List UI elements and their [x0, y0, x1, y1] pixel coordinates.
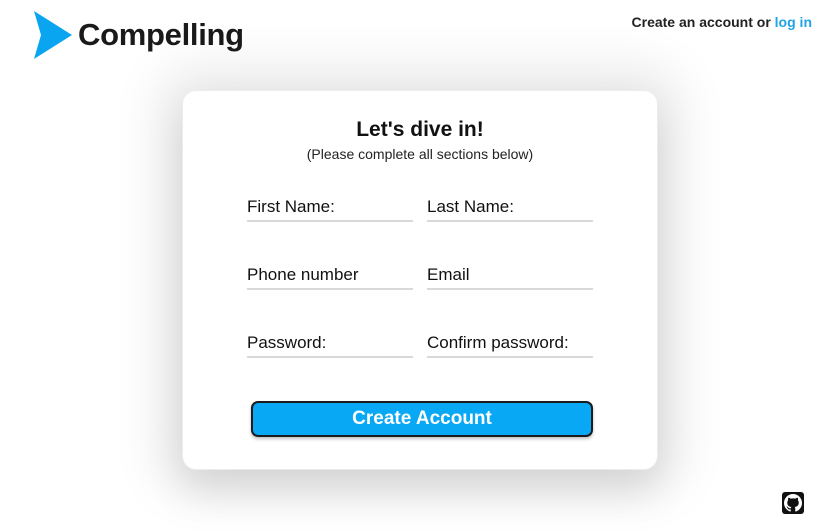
brand-logo[interactable]: Compelling [32, 10, 244, 60]
account-links: Create an account or log in [632, 14, 812, 30]
email-input[interactable] [427, 256, 593, 288]
github-link[interactable] [782, 492, 804, 514]
confirm-password-field [427, 324, 593, 358]
confirm-password-input[interactable] [427, 324, 593, 356]
last-name-input[interactable] [427, 188, 593, 220]
create-account-button[interactable]: Create Account [251, 401, 593, 437]
page: Compelling Create an account or log in L… [0, 0, 820, 530]
signup-card: Let's dive in! (Please complete all sect… [182, 90, 658, 470]
email-field [427, 256, 593, 290]
last-name-field [427, 188, 593, 222]
arrow-logo-icon [34, 11, 72, 59]
first-name-field [247, 188, 413, 222]
password-field [247, 324, 413, 358]
phone-input[interactable] [247, 256, 413, 288]
phone-field [247, 256, 413, 290]
github-icon [784, 494, 802, 512]
password-input[interactable] [247, 324, 413, 356]
card-subtitle: (Please complete all sections below) [306, 146, 534, 162]
login-link[interactable]: log in [775, 14, 812, 30]
create-account-text: Create an account or [631, 14, 771, 30]
brand-name: Compelling [78, 17, 244, 52]
card-title: Let's dive in! [356, 118, 484, 141]
first-name-input[interactable] [247, 188, 413, 220]
